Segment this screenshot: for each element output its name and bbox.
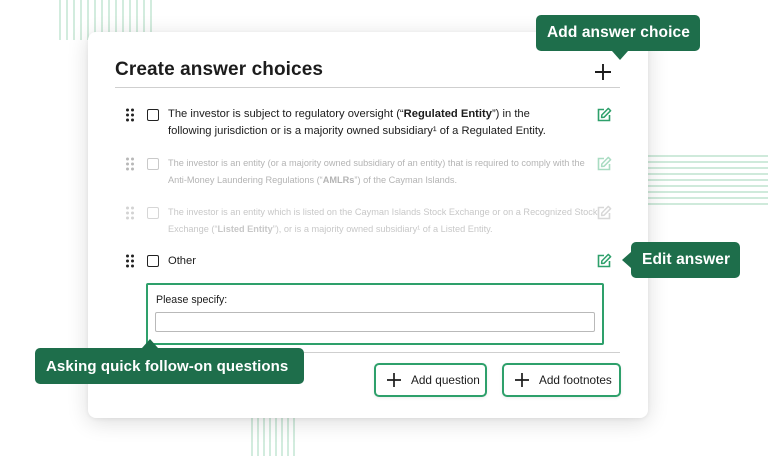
please-specify-input[interactable] xyxy=(155,312,595,332)
please-specify-label: Please specify: xyxy=(156,294,228,306)
answer-text: The investor is subject to regulatory ov… xyxy=(168,106,568,139)
edit-icon[interactable] xyxy=(596,156,612,172)
answer-checkbox[interactable] xyxy=(147,109,159,121)
edit-icon[interactable] xyxy=(596,253,612,269)
plus-icon xyxy=(387,373,401,387)
answer-text-pre: Other xyxy=(168,255,196,267)
callout-pointer xyxy=(612,51,628,60)
card-title: Create answer choices xyxy=(115,59,324,80)
drag-handle-icon[interactable] xyxy=(125,254,135,268)
answer-text-bold: Listed Entity xyxy=(217,223,273,234)
edit-icon[interactable] xyxy=(596,205,612,221)
add-question-label: Add question xyxy=(411,373,480,387)
answer-text-bold: AMLRs xyxy=(322,174,355,185)
add-question-button[interactable]: Add question xyxy=(374,363,487,397)
add-answer-choice-callout: Add answer choice xyxy=(536,15,700,60)
answer-text-post: ”), or is a majority owned subsidiary¹ o… xyxy=(272,223,493,234)
callout-text: Edit answer xyxy=(642,251,731,268)
drag-handle-icon[interactable] xyxy=(125,108,135,122)
answer-text: The investor is an entity which is liste… xyxy=(168,204,598,237)
add-footnotes-label: Add footnotes xyxy=(539,373,612,387)
add-footnotes-button[interactable]: Add footnotes xyxy=(502,363,621,397)
plus-icon xyxy=(515,373,529,387)
callout-text: Asking quick follow-on questions xyxy=(46,357,289,375)
drag-handle-icon[interactable] xyxy=(125,157,135,171)
answer-text: Other xyxy=(168,253,568,270)
callout-pointer xyxy=(622,252,631,268)
add-answer-choice-plus-icon[interactable] xyxy=(593,62,613,82)
answer-text-bold: Regulated Entity xyxy=(403,108,492,120)
title-divider xyxy=(115,87,620,88)
answer-text-pre: The investor is subject to regulatory ov… xyxy=(168,108,404,120)
follow-on-question-box: Please specify: xyxy=(146,283,604,345)
edit-answer-callout: Edit answer xyxy=(622,242,740,278)
answer-checkbox[interactable] xyxy=(147,158,159,170)
decorative-stripes-right xyxy=(648,155,768,205)
edit-icon[interactable] xyxy=(596,107,612,123)
answer-text-post: ”) of the Cayman Islands. xyxy=(354,174,458,185)
follow-on-questions-callout: Asking quick follow-on questions xyxy=(35,339,304,384)
decorative-stripes-bottom xyxy=(251,418,295,456)
drag-handle-icon[interactable] xyxy=(125,206,135,220)
answer-checkbox[interactable] xyxy=(147,207,159,219)
callout-text: Add answer choice xyxy=(547,24,690,41)
answer-text: The investor is an entity (or a majority… xyxy=(168,155,588,188)
callout-pointer xyxy=(142,339,158,348)
answer-checkbox[interactable] xyxy=(147,255,159,267)
